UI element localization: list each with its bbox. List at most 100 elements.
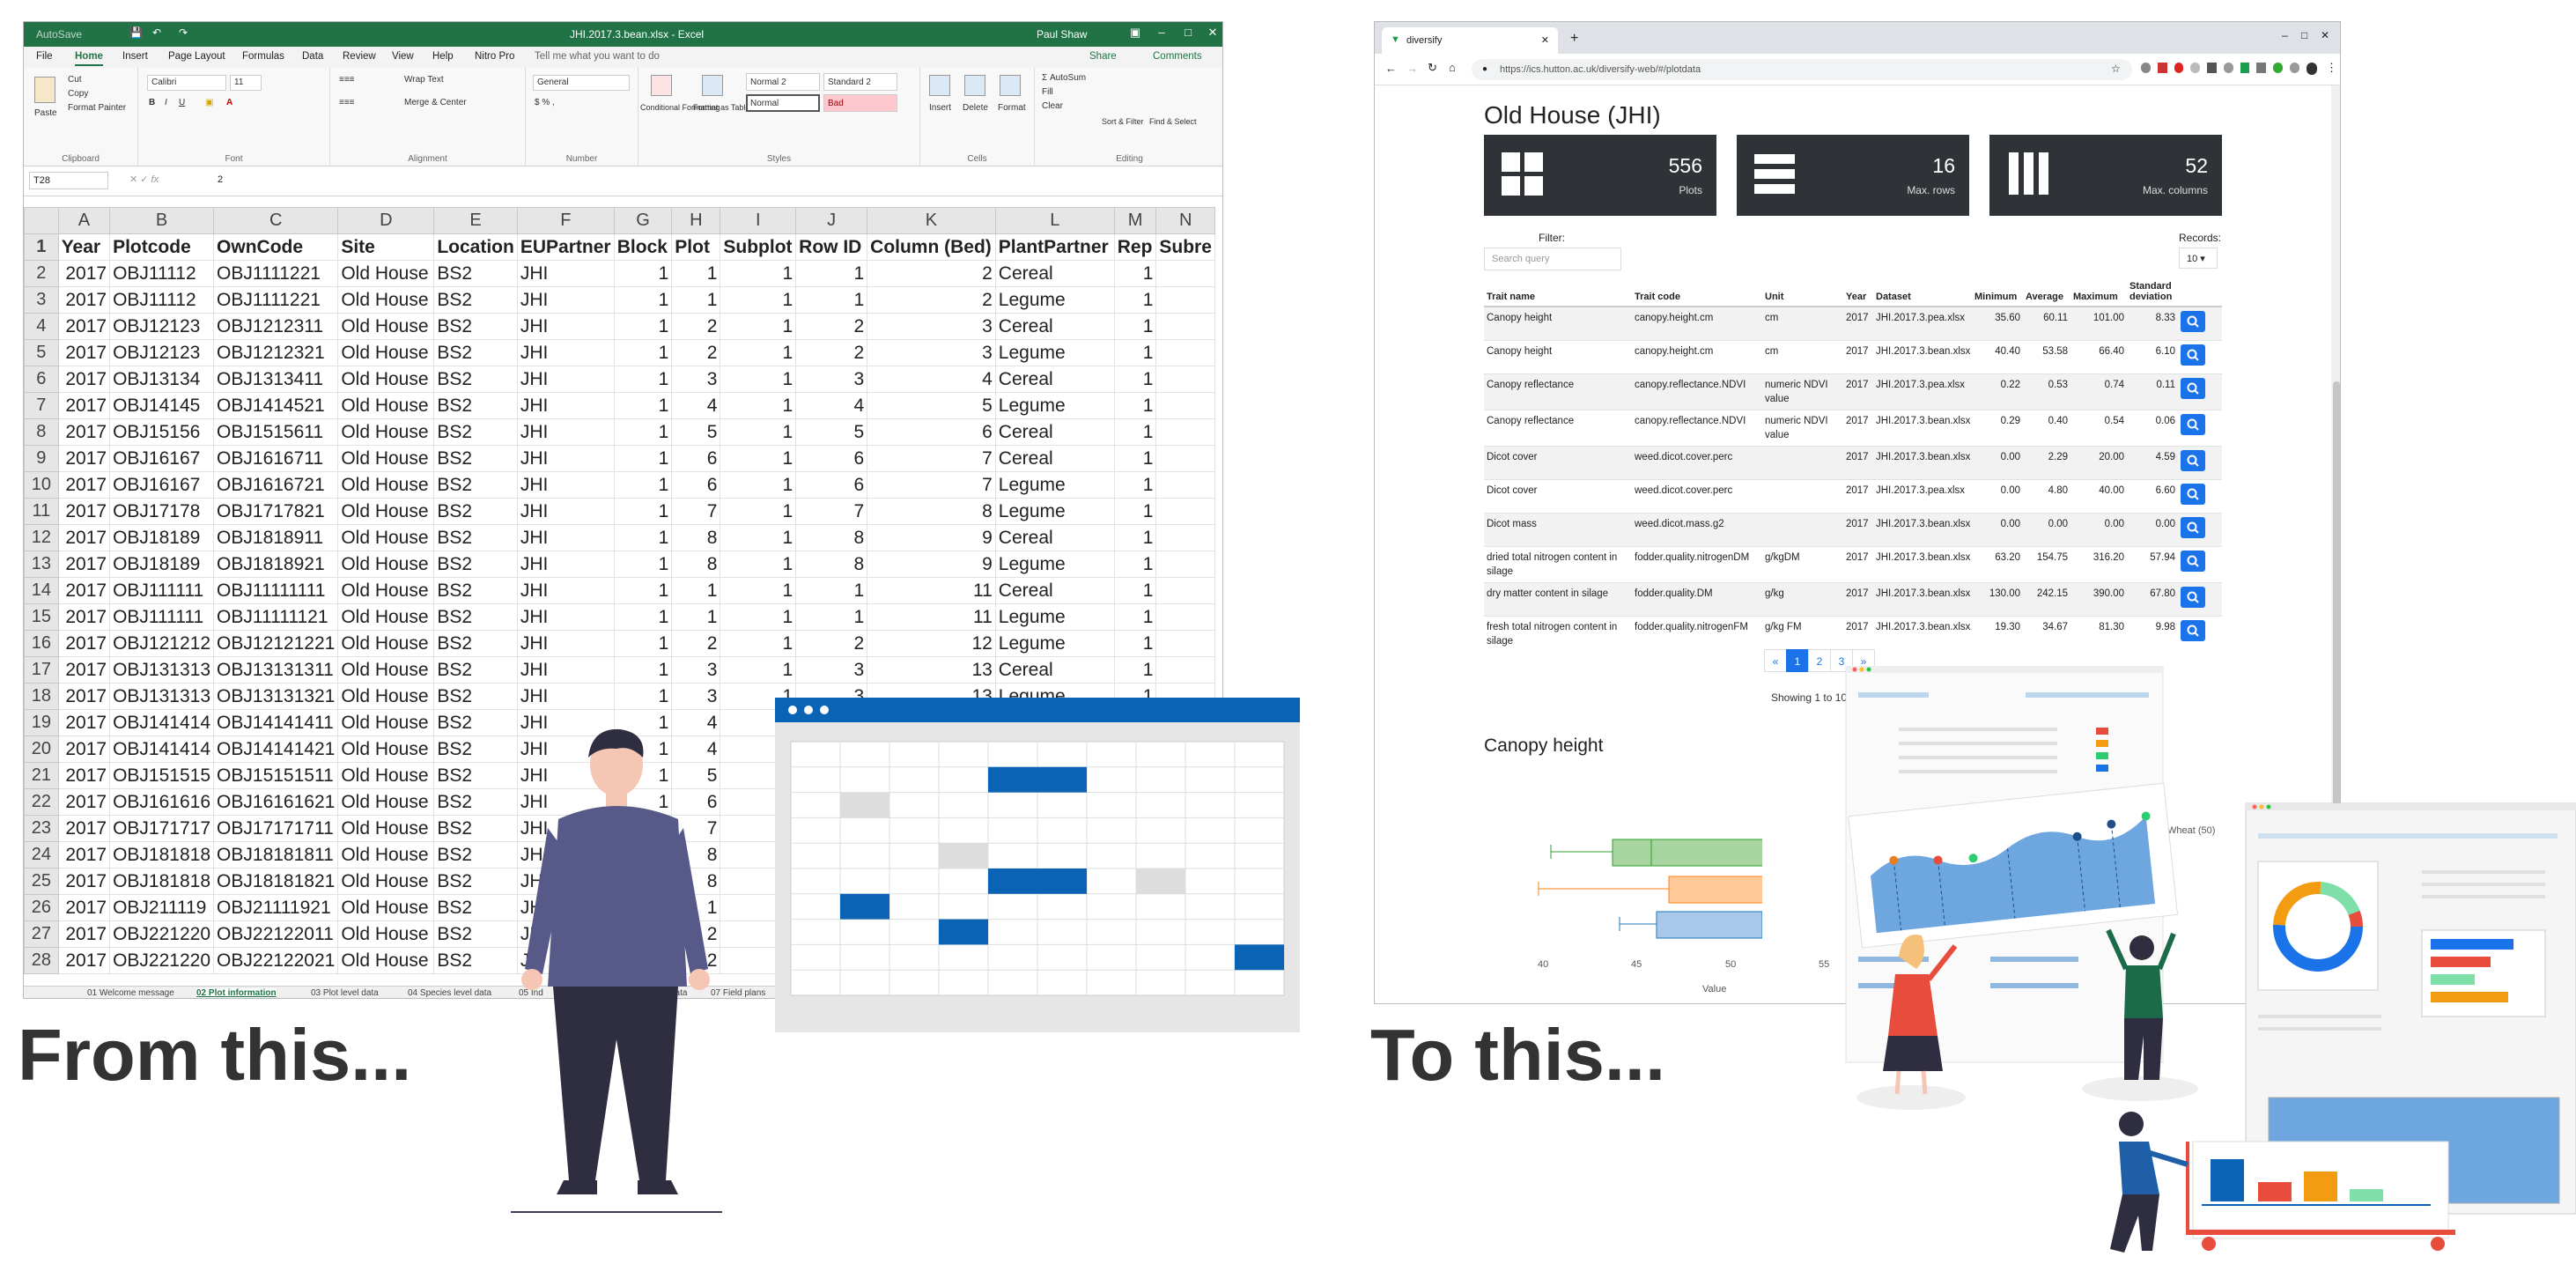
cell[interactable]: 1 — [720, 577, 797, 604]
cell[interactable]: 9 — [867, 551, 996, 578]
back-icon[interactable]: ← — [1385, 62, 1397, 75]
header-cell[interactable]: Location — [433, 233, 518, 261]
cell[interactable]: 2017 — [57, 392, 111, 419]
cell[interactable]: 2017 — [57, 947, 111, 974]
cell[interactable]: BS2 — [433, 815, 518, 842]
cell[interactable]: 4 — [867, 366, 996, 393]
cell[interactable]: 3 — [671, 656, 721, 684]
tab-file[interactable]: File — [36, 51, 53, 62]
cell[interactable]: OBJ1616711 — [213, 445, 339, 472]
header-cell[interactable]: Site — [337, 233, 435, 261]
cell[interactable]: OBJ18189 — [109, 524, 215, 551]
cell[interactable]: 1 — [720, 551, 797, 578]
cell[interactable]: 2017 — [57, 894, 111, 921]
row-header[interactable]: 19 — [24, 709, 59, 736]
header-cell[interactable]: Row ID — [795, 233, 868, 261]
row-header[interactable]: 22 — [24, 788, 59, 816]
cell[interactable]: BS2 — [433, 683, 518, 710]
close-button[interactable]: ✕ — [1202, 26, 1222, 43]
header-cell[interactable]: PlantPartner — [994, 233, 1115, 261]
column-header[interactable]: K — [867, 207, 996, 234]
autosave-toggle[interactable]: AutoSave — [36, 28, 82, 41]
row-header[interactable]: 1 — [24, 233, 59, 261]
column-header[interactable]: Minimum — [1972, 277, 2023, 307]
cell[interactable]: BS2 — [433, 577, 518, 604]
insert-cells-icon[interactable] — [929, 75, 950, 96]
cell[interactable]: BS2 — [433, 735, 518, 763]
cell[interactable]: OBJ1313411 — [213, 366, 339, 393]
ribbon-display-icon[interactable]: ▣ — [1125, 26, 1146, 43]
cell[interactable]: 2017 — [57, 498, 111, 525]
row-header[interactable]: 3 — [24, 286, 59, 314]
cell[interactable]: JHI — [516, 630, 615, 657]
cell[interactable]: 2017 — [57, 656, 111, 684]
cell[interactable]: JHI — [516, 603, 615, 631]
cell[interactable]: 9 — [867, 524, 996, 551]
cell[interactable]: BS2 — [433, 445, 518, 472]
cell[interactable]: Old House — [337, 815, 435, 842]
cell[interactable]: Legume — [994, 603, 1115, 631]
cell[interactable]: 3 — [671, 366, 721, 393]
column-header[interactable]: L — [994, 207, 1115, 234]
cell[interactable]: 2017 — [57, 339, 111, 366]
cell[interactable]: Cereal — [994, 524, 1115, 551]
cell[interactable]: 1 — [720, 445, 797, 472]
format-cells-icon[interactable] — [1000, 75, 1021, 96]
cell[interactable]: 1 — [1113, 445, 1157, 472]
undo-icon[interactable]: ↶ — [152, 26, 161, 39]
cell[interactable]: OBJ22122011 — [213, 920, 339, 948]
cell[interactable]: OBJ18181821 — [213, 868, 339, 895]
cell[interactable]: 1 — [613, 445, 673, 472]
cell[interactable]: OBJ12123 — [109, 313, 215, 340]
cell[interactable]: 8 — [795, 524, 868, 551]
tab-page-layout[interactable]: Page Layout — [168, 51, 225, 62]
cell[interactable]: Old House — [337, 735, 435, 763]
cell[interactable]: BS2 — [433, 709, 518, 736]
row-header[interactable]: 5 — [24, 339, 59, 366]
cell[interactable]: 1 — [1113, 339, 1157, 366]
cell[interactable]: OBJ1414521 — [213, 392, 339, 419]
style-bad[interactable]: Bad — [823, 94, 897, 112]
format-painter-button[interactable]: Format Painter — [68, 103, 126, 113]
cell[interactable]: OBJ16161621 — [213, 788, 339, 816]
row-header[interactable]: 24 — [24, 841, 59, 869]
cell[interactable]: 1 — [613, 683, 673, 710]
row-header[interactable]: 26 — [24, 894, 59, 921]
cell[interactable]: JHI — [516, 418, 615, 446]
tab-review[interactable]: Review — [343, 51, 376, 62]
row-header[interactable]: 21 — [24, 762, 59, 789]
cell[interactable]: 2 — [795, 339, 868, 366]
cell[interactable]: 1 — [1113, 551, 1157, 578]
cell[interactable]: BS2 — [433, 366, 518, 393]
cell[interactable]: 1 — [671, 286, 721, 314]
view-details-button[interactable] — [2181, 378, 2205, 399]
cell[interactable]: 2017 — [57, 286, 111, 314]
cell[interactable]: OBJ13131311 — [213, 656, 339, 684]
cell[interactable]: 2017 — [57, 313, 111, 340]
row-header[interactable]: 23 — [24, 815, 59, 842]
cell[interactable]: JHI — [516, 471, 615, 499]
row-header[interactable]: 12 — [24, 524, 59, 551]
cell[interactable] — [1155, 392, 1215, 419]
cell[interactable]: 2017 — [57, 418, 111, 446]
cell[interactable]: Legume — [994, 551, 1115, 578]
cell[interactable]: BS2 — [433, 498, 518, 525]
cell[interactable]: 8 — [671, 551, 721, 578]
row-header[interactable]: 9 — [24, 445, 59, 472]
column-header[interactable]: Average — [2023, 277, 2070, 307]
cell[interactable]: OBJ17178 — [109, 498, 215, 525]
cell[interactable]: OBJ15151511 — [213, 762, 339, 789]
cell[interactable]: BS2 — [433, 603, 518, 631]
cell[interactable]: JHI — [516, 683, 615, 710]
maximize-button[interactable]: □ — [1177, 26, 1199, 43]
cell[interactable]: 1 — [613, 366, 673, 393]
delete-cells-icon[interactable] — [964, 75, 985, 96]
cell[interactable]: BS2 — [433, 524, 518, 551]
row-header[interactable]: 11 — [24, 498, 59, 525]
extension-icon[interactable] — [2256, 63, 2266, 73]
cell[interactable]: OBJ1717821 — [213, 498, 339, 525]
header-cell[interactable]: Column (Bed) — [867, 233, 996, 261]
cell[interactable]: Old House — [337, 920, 435, 948]
cell[interactable]: 1 — [613, 577, 673, 604]
cell[interactable]: OBJ221220 — [109, 920, 215, 948]
